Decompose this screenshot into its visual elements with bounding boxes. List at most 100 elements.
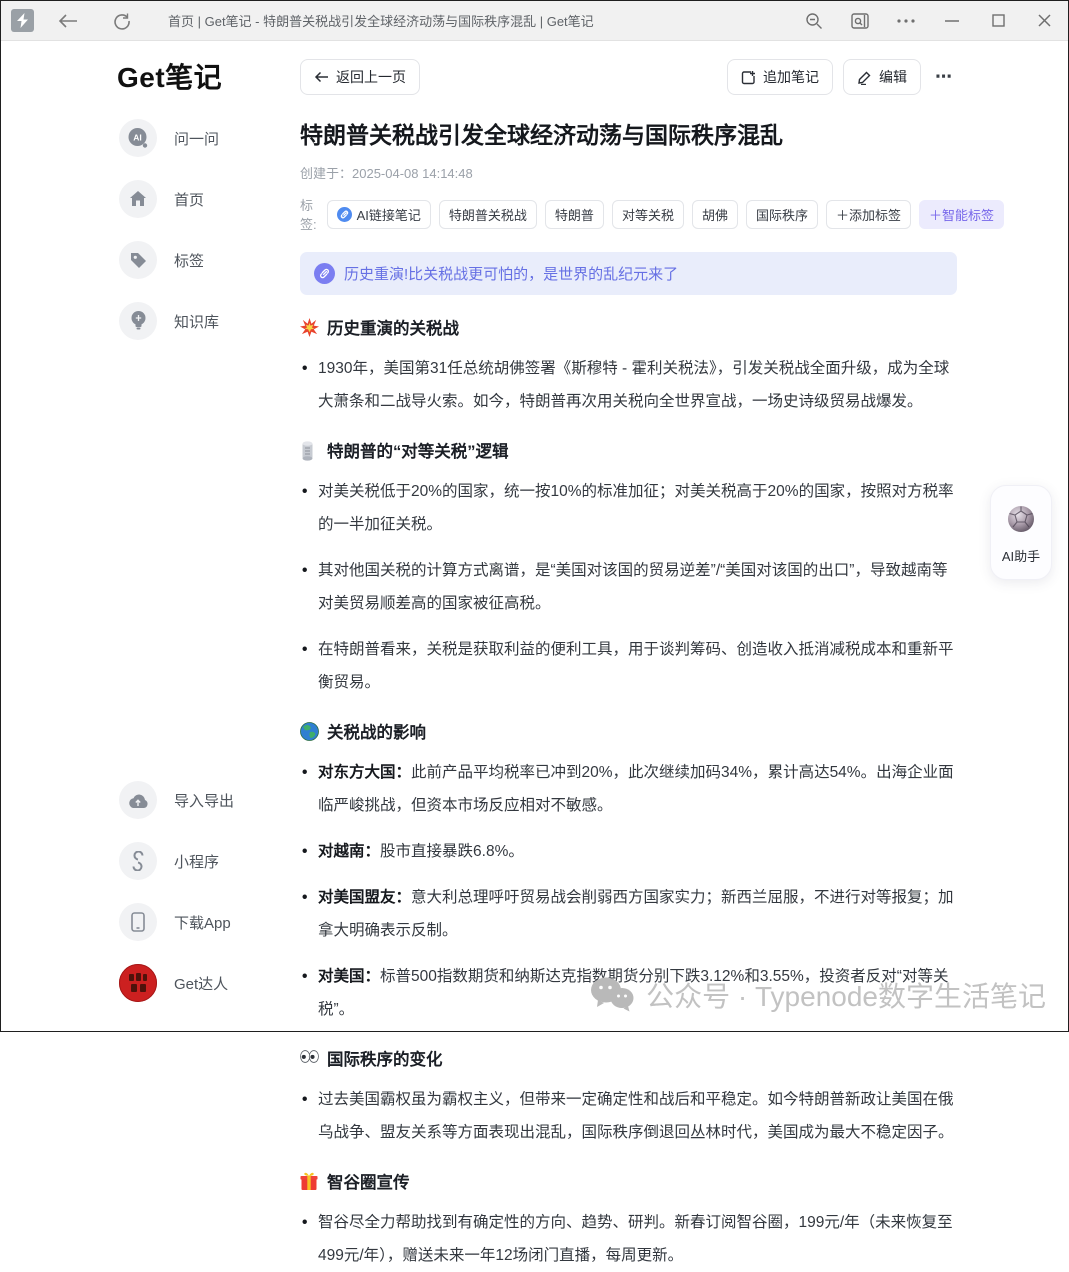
ai-assistant-label: AI助手 — [1002, 546, 1040, 565]
note-section: 历史重演的关税战 1930年，美国第31任总统胡佛签署《斯穆特 - 霍利关税法》… — [300, 315, 957, 418]
sidebar-item-下载App[interactable]: 下载App — [119, 903, 234, 941]
tags-row: 标签: AI链接笔记 特朗普关税战 特朗普 对等关税 胡佛 国际秩序 ＋添加标签… — [300, 195, 957, 233]
note-more-button[interactable]: ⋯ — [931, 67, 957, 87]
tag-pill[interactable]: AI链接笔记 — [327, 200, 431, 229]
eyes-icon — [300, 1049, 319, 1068]
phone-icon — [119, 903, 157, 941]
sidebar-item-label: 标签 — [174, 250, 204, 271]
paperclip-icon — [314, 263, 335, 284]
tag-pill[interactable]: 胡佛 — [692, 200, 738, 229]
sidebar-item-问一问[interactable]: AI 问一问 — [119, 119, 219, 157]
sidebar-item-label: 首页 — [174, 189, 204, 210]
avatar-getdaren — [119, 964, 157, 1002]
bullet-text: 意大利总理呼吁贸易战会削弱西方国家实力；新西兰屈服，不进行对等报复；加拿大明确表… — [318, 889, 954, 939]
tags-label: 标签: — [300, 195, 317, 233]
append-note-label: 追加笔记 — [763, 67, 819, 87]
note-section: 国际秩序的变化 过去美国霸权虽为霸权主义，但带来一定确定性和战后和平稳定。如今特… — [300, 1046, 957, 1149]
sidebar-item-label: Get达人 — [174, 973, 228, 994]
zoom-out-icon[interactable] — [802, 9, 826, 33]
tag-label: 胡佛 — [702, 205, 728, 224]
gift-icon — [300, 1172, 319, 1191]
bullet-item: 1930年，美国第31任总统胡佛签署《斯穆特 - 霍利关税法》，引发关税战全面升… — [300, 352, 957, 418]
note-main: 返回上一页 追加笔记 编辑 ⋯ 特朗普关税战引发全球经济动荡与国际秩序混乱 创建… — [300, 42, 957, 1272]
tag-icon — [119, 241, 157, 279]
scroll-icon — [300, 441, 319, 460]
tag-pill[interactable]: 对等关税 — [612, 200, 684, 229]
section-title: 智谷圈宣传 — [327, 1169, 410, 1193]
tag-pill[interactable]: 国际秩序 — [746, 200, 818, 229]
bullet-text: 智谷尽全力帮助找到有确定性的方向、趋势、研判。新春订阅智谷圈，199元/年（未来… — [318, 1214, 953, 1264]
sidebar-item-导入导出[interactable]: 导入导出 — [119, 781, 234, 819]
bullet-item: 在特朗普看来，关税是获取利益的便利工具，用于谈判筹码、创造收入抵消减税成本和重新… — [300, 633, 957, 699]
home-icon — [119, 180, 157, 218]
section-title: 国际秩序的变化 — [327, 1046, 443, 1070]
append-note-button[interactable]: 追加笔记 — [727, 59, 833, 95]
refresh-icon[interactable] — [110, 9, 134, 33]
back-to-previous-button[interactable]: 返回上一页 — [300, 59, 420, 95]
browser-titlebar: 首页 | Get笔记 - 特朗普关税战引发全球经济动荡与国际秩序混乱 | Get… — [1, 1, 1068, 41]
tag-label: 特朗普 — [555, 205, 594, 224]
bullet-item: 对美关税低于20%的国家，统一按10%的标准加征；对美关税高于20%的国家，按照… — [300, 475, 957, 541]
ai-chat-icon: AI — [119, 119, 157, 157]
tag-pill[interactable]: 特朗普 — [545, 200, 604, 229]
sidebar-item-label: 小程序 — [174, 851, 219, 872]
browser-more-icon[interactable] — [894, 9, 918, 33]
tag-label: 特朗普关税战 — [449, 205, 527, 224]
note-title: 特朗普关税战引发全球经济动荡与国际秩序混乱 — [300, 120, 957, 151]
note-sections: 历史重演的关税战 1930年，美国第31任总统胡佛签署《斯穆特 - 霍利关税法》… — [300, 315, 957, 1272]
bullet-item: 对美国盟友：意大利总理呼吁贸易战会削弱西方国家实力；新西兰屈服，不进行对等报复；… — [300, 881, 957, 947]
sidebar-item-label: 知识库 — [174, 311, 219, 332]
sphere-icon — [1003, 501, 1039, 537]
minimize-icon[interactable] — [940, 9, 964, 33]
bullet-item: 其对他国关税的计算方式离谱，是“美国对该国的贸易逆差”/“美国对该国的出口”，导… — [300, 554, 957, 620]
app-logo[interactable]: Get笔记 — [117, 56, 222, 96]
ai-link-icon — [337, 207, 352, 222]
bullet-text: 股市直接暴跌6.8%。 — [380, 843, 524, 860]
close-icon[interactable] — [1032, 9, 1056, 33]
sidebar-nav-bottom: 导入导出 小程序 下载App Get达人 — [119, 781, 234, 1002]
sidebar-item-标签[interactable]: 标签 — [119, 241, 219, 279]
back-button-label: 返回上一页 — [336, 67, 406, 87]
quote-box[interactable]: 历史重演!比关税战更可怕的，是世界的乱纪元来了 — [300, 252, 957, 295]
bullet-bold: 对越南： — [318, 843, 380, 860]
created-label: 创建于： — [300, 166, 352, 181]
bullet-bold: 对东方大国： — [318, 764, 411, 781]
tags-list: AI链接笔记 特朗普关税战 特朗普 对等关税 胡佛 国际秩序 — [327, 200, 818, 229]
bullet-text: 其对他国关税的计算方式离谱，是“美国对该国的贸易逆差”/“美国对该国的出口”，导… — [318, 562, 947, 612]
sidebar-item-知识库[interactable]: 知识库 — [119, 302, 219, 340]
edit-button[interactable]: 编辑 — [843, 59, 921, 95]
bullet-text: 对美关税低于20%的国家，统一按10%的标准加征；对美关税高于20%的国家，按照… — [318, 483, 954, 533]
add-tag-button[interactable]: ＋添加标签 — [826, 200, 911, 229]
edit-pencil-icon — [857, 70, 872, 85]
tag-label: 国际秩序 — [756, 205, 808, 224]
bullet-text: 过去美国霸权虽为霸权主义，但带来一定确定性和战后和平稳定。如今特朗普新政让美国在… — [318, 1091, 954, 1141]
bullet-bold: 对美国盟友： — [318, 889, 411, 906]
bullet-text: 在特朗普看来，关税是获取利益的便利工具，用于谈判筹码、创造收入抵消减税成本和重新… — [318, 641, 954, 691]
cloud-icon — [119, 781, 157, 819]
sidebar-item-小程序[interactable]: 小程序 — [119, 842, 234, 880]
bulb-icon — [119, 302, 157, 340]
tag-pill[interactable]: 特朗普关税战 — [439, 200, 537, 229]
tag-label: AI链接笔记 — [357, 205, 421, 224]
miniapp-icon — [119, 842, 157, 880]
created-time: 2025-04-08 14:14:48 — [352, 166, 473, 181]
sidebar-item-Get达人[interactable]: Get达人 — [119, 964, 234, 1002]
maximize-icon[interactable] — [986, 9, 1010, 33]
section-title: 特朗普的“对等关税”逻辑 — [327, 438, 509, 462]
collision-icon — [300, 318, 319, 337]
app-surface: Get笔记 AI 问一问 首页 标签 知识库 导入导出 小程序 下载App Ge… — [1, 42, 1068, 1031]
add-tag-label: ＋添加标签 — [836, 205, 901, 224]
ai-assistant-button[interactable]: AI助手 — [990, 485, 1052, 580]
bullet-item: 过去美国霸权虽为霸权主义，但带来一定确定性和战后和平稳定。如今特朗普新政让美国在… — [300, 1083, 957, 1149]
bullet-bold: 对美国： — [318, 968, 380, 985]
sidebar-item-label: 问一问 — [174, 128, 219, 149]
note-created: 创建于：2025-04-08 14:14:48 — [300, 163, 957, 182]
capture-icon[interactable] — [848, 9, 872, 33]
smart-tag-button[interactable]: ＋智能标签 — [919, 200, 1004, 229]
app-logo-icon — [11, 9, 34, 32]
back-icon[interactable] — [56, 9, 80, 33]
wechat-icon — [590, 976, 634, 1014]
sidebar-item-label: 下载App — [174, 912, 231, 933]
tag-label: 对等关税 — [622, 205, 674, 224]
sidebar-item-首页[interactable]: 首页 — [119, 180, 219, 218]
